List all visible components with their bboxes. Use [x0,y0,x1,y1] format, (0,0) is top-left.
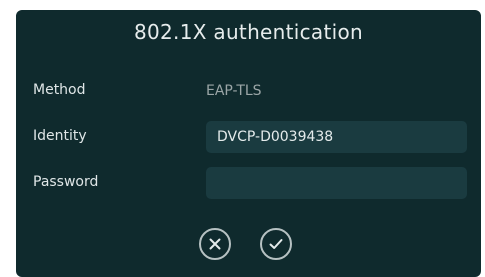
cancel-button[interactable] [199,228,231,260]
identity-label: Identity [33,128,87,144]
identity-row: Identity DVCP-D0039438 [16,121,481,153]
password-label: Password [33,174,99,190]
method-value: EAP-TLS [206,83,262,99]
method-label: Method [33,82,86,98]
identity-field[interactable]: DVCP-D0039438 [206,121,467,153]
close-icon [209,238,221,250]
confirm-button[interactable] [260,228,292,260]
password-row: Password [16,167,481,199]
method-row: Method EAP-TLS [16,75,481,107]
check-icon [269,239,283,249]
password-field[interactable] [206,167,467,199]
dialog-title: 802.1X authentication [133,20,363,44]
auth-dialog: 802.1X authentication Method EAP-TLS Ide… [16,10,481,277]
